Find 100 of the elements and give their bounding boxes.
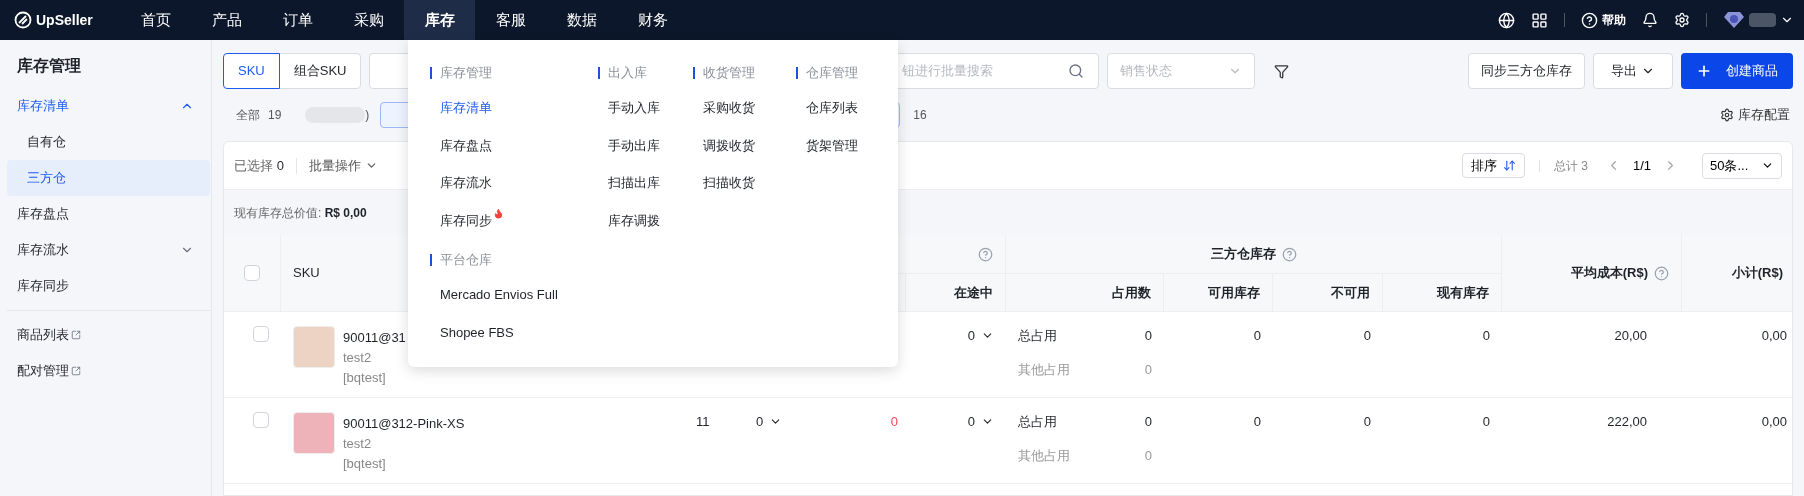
- row-checkbox[interactable]: [253, 326, 269, 342]
- row-checkbox[interactable]: [253, 412, 269, 428]
- sidebar-subitem[interactable]: 三方仓: [7, 160, 210, 196]
- stock-tab[interactable]: ): [298, 102, 377, 128]
- column-header: 可用库存: [1208, 283, 1260, 302]
- menu-item[interactable]: 仓库列表: [806, 98, 858, 118]
- product-image-placeholder: [293, 412, 335, 454]
- sidebar-item[interactable]: 商品列表: [7, 317, 210, 353]
- stock-tab[interactable]: 全部 19: [223, 102, 295, 128]
- page-size-select[interactable]: 50条...: [1702, 152, 1782, 179]
- sidebar-item[interactable]: 库存盘点: [7, 196, 210, 232]
- product-tag: [bqtest]: [343, 368, 406, 388]
- sync-button[interactable]: 同步三方仓库存: [1468, 53, 1585, 89]
- sku-code: 90011@312-Pink-XS: [343, 415, 465, 433]
- help-icon: [1581, 11, 1598, 29]
- sidebar-title: 库存管理: [16, 56, 82, 76]
- menu-item[interactable]: 货架管理: [806, 135, 858, 155]
- occupancy-value: 0: [1144, 413, 1152, 431]
- sidebar-subitem[interactable]: 自有仓: [7, 124, 210, 160]
- sort-button[interactable]: 排序: [1461, 153, 1525, 178]
- search-icon[interactable]: [1068, 63, 1085, 79]
- column-header: 平均成本(R$): [1570, 264, 1648, 283]
- menu-item[interactable]: 手动出库: [608, 135, 660, 155]
- menu-item[interactable]: 扫描收货: [703, 173, 755, 193]
- sort-icon: [1502, 159, 1516, 172]
- stock-tab[interactable]: 16: [900, 102, 940, 128]
- table-cell-text: 0: [1253, 413, 1261, 431]
- help-icon[interactable]: [978, 246, 993, 262]
- column-header: SKU: [293, 264, 320, 283]
- in-transit-dropdown[interactable]: 0: [967, 412, 994, 483]
- external-link-icon: [71, 330, 81, 340]
- batch-actions-dropdown[interactable]: 批量操作: [308, 155, 378, 176]
- table-cell-text: 222,00: [1607, 413, 1647, 431]
- nav-tab[interactable]: 采购: [333, 0, 404, 40]
- column-header: 不可用: [1331, 283, 1370, 302]
- select-all-checkbox[interactable]: [244, 265, 260, 281]
- menu-item[interactable]: 库存调拨: [608, 210, 660, 230]
- in-transit-dropdown[interactable]: 0: [967, 326, 994, 397]
- table-cell-text: 0: [1363, 413, 1371, 431]
- help-icon[interactable]: [1281, 246, 1297, 262]
- menu-item[interactable]: Shopee FBS: [440, 322, 514, 342]
- export-button[interactable]: 导出: [1593, 53, 1673, 89]
- menu-section-title: 收货管理: [703, 64, 755, 83]
- sku-mode-tab[interactable]: 组合SKU: [278, 53, 362, 89]
- nav-tab[interactable]: 数据: [546, 0, 617, 40]
- table-cell-text: 0: [1253, 327, 1261, 345]
- occupancy-value: 0: [1144, 360, 1152, 379]
- sidebar-item[interactable]: 配对管理: [7, 353, 210, 389]
- menu-item[interactable]: 库存同步: [440, 210, 504, 230]
- help-button[interactable]: 帮助: [1581, 11, 1626, 29]
- search-input[interactable]: 钮进行批量搜索: [902, 61, 999, 81]
- settings-icon[interactable]: [1674, 12, 1690, 28]
- bell-icon[interactable]: [1642, 12, 1658, 28]
- sidebar-item[interactable]: 库存同步: [7, 268, 210, 304]
- nav-tab[interactable]: 财务: [617, 0, 688, 40]
- filter-icon[interactable]: [1274, 63, 1290, 79]
- flame-icon: [493, 207, 504, 219]
- menu-item[interactable]: 扫描出库: [608, 173, 660, 193]
- menu-section-title: 库存管理: [440, 64, 492, 83]
- occupancy-label: 其他占用: [1018, 360, 1070, 379]
- table-cell-text: 0: [890, 413, 898, 431]
- table-cell-text: 0: [1482, 327, 1490, 345]
- table-cell-text: 0,00: [1761, 327, 1787, 345]
- logo-icon: [14, 11, 32, 29]
- menu-item[interactable]: 调拨收货: [703, 135, 755, 155]
- menu-item[interactable]: 库存清单: [440, 98, 492, 118]
- apps-icon[interactable]: [1531, 11, 1548, 29]
- table-cell-text: 0: [1363, 327, 1371, 345]
- help-icon[interactable]: [1654, 265, 1669, 281]
- stock-config-link[interactable]: 库存配置: [1720, 105, 1790, 125]
- globe-icon[interactable]: [1498, 11, 1515, 29]
- occupancy-label: 总占用: [1018, 327, 1057, 345]
- menu-item[interactable]: 库存盘点: [440, 135, 492, 155]
- quantity-dropdown[interactable]: 0: [756, 412, 783, 483]
- occupancy-label: 其他占用: [1018, 446, 1070, 465]
- nav-tab[interactable]: 客服: [475, 0, 546, 40]
- column-header: 现有库存: [1437, 283, 1489, 302]
- column-header: 小计(R$): [1731, 264, 1783, 283]
- menu-item[interactable]: 库存流水: [440, 173, 492, 193]
- menu-item[interactable]: 手动入库: [608, 98, 660, 118]
- table-cell-text: 0: [1482, 413, 1490, 431]
- product-name: test2: [343, 435, 373, 453]
- diamond-avatar-icon[interactable]: [1723, 11, 1745, 29]
- nav-tab[interactable]: 订单: [262, 0, 333, 40]
- nav-tab[interactable]: 库存: [404, 0, 475, 40]
- column-group-header: 三方仓库存: [1210, 245, 1276, 264]
- column-header: 在途中: [954, 283, 993, 302]
- plus-icon: [1696, 63, 1712, 79]
- menu-item[interactable]: Mercado Envios Full: [440, 285, 558, 305]
- product-tag: [bqtest]: [343, 454, 465, 474]
- page-indicator: 1/1: [1632, 156, 1651, 175]
- sku-code: 90011@31: [343, 329, 406, 347]
- sidebar-item[interactable]: 库存流水: [7, 232, 210, 268]
- table-cell-text: 11: [696, 413, 710, 431]
- nav-tab[interactable]: 产品: [191, 0, 262, 40]
- sidebar-item[interactable]: 库存清单: [7, 88, 210, 124]
- create-product-button[interactable]: 创建商品: [1681, 53, 1793, 89]
- menu-item[interactable]: 采购收货: [703, 98, 755, 118]
- nav-tab[interactable]: 首页: [120, 0, 191, 40]
- sku-mode-tab[interactable]: SKU: [223, 53, 280, 89]
